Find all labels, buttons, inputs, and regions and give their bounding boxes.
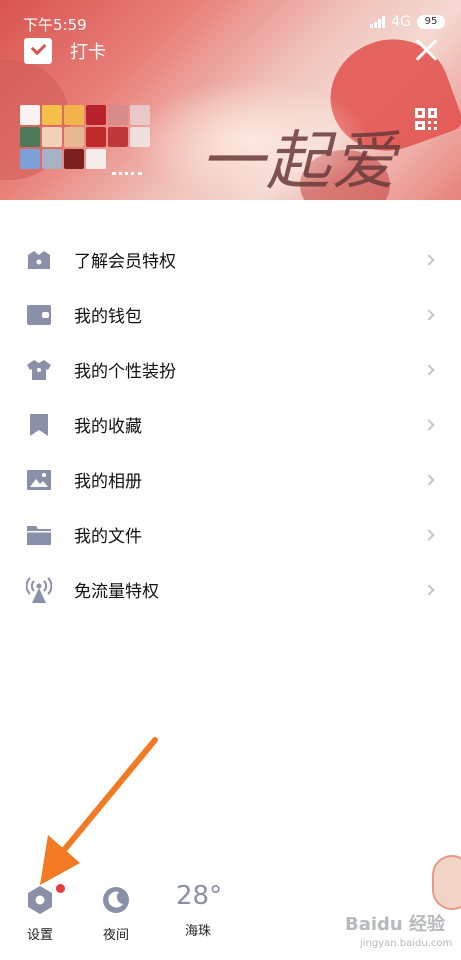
- menu-item-label: 我的相册: [74, 472, 142, 492]
- nickname[interactable]: [112, 172, 142, 176]
- chevron-right-icon: [423, 308, 435, 321]
- shirt-icon: [27, 359, 51, 380]
- notification-badge: [56, 884, 65, 893]
- weather-widget[interactable]: 28° 海珠: [176, 880, 223, 939]
- banner-text: 一起爱: [200, 125, 398, 199]
- watermark: Baidu 经验: [345, 914, 446, 935]
- bookmark-icon: [30, 413, 48, 436]
- chevron-right-icon: [423, 418, 435, 431]
- signal-tower-icon: [26, 576, 52, 603]
- menu-item-label: 我的钱包: [74, 307, 142, 327]
- network-type: 4G: [391, 14, 411, 30]
- menu-item-label: 我的个性装扮: [74, 362, 176, 382]
- menu-item-album[interactable]: 我的相册: [0, 452, 461, 507]
- moon-icon: [103, 887, 129, 913]
- gear-icon: [28, 886, 52, 914]
- temperature: 28°: [176, 881, 223, 911]
- menu-item-label: 我的收藏: [74, 417, 142, 437]
- settings-button[interactable]: 设置: [22, 880, 65, 943]
- night-label: 夜间: [102, 928, 129, 943]
- signal-icon: [370, 16, 386, 28]
- crown-icon: [28, 250, 50, 269]
- photo-icon: [27, 469, 51, 490]
- qr-code-button[interactable]: [415, 108, 437, 130]
- battery-icon: 95: [417, 15, 445, 29]
- checkin-button[interactable]: 打卡: [24, 38, 106, 64]
- menu-item-vip-privileges[interactable]: 了解会员特权: [0, 232, 461, 287]
- night-mode-button[interactable]: 夜间: [98, 880, 134, 943]
- chevron-right-icon: [423, 528, 435, 541]
- menu-item-label: 我的文件: [74, 527, 142, 547]
- profile-banner: 一起爱 下午5:59 4G 95 打卡: [0, 0, 461, 200]
- chevron-right-icon: [423, 583, 435, 596]
- city-label: 海珠: [184, 924, 211, 939]
- menu-item-favorites[interactable]: 我的收藏: [0, 397, 461, 452]
- menu-list: 了解会员特权 我的钱包 我的个性装扮 我的收藏 我的相册 我的文件 免流量特权: [0, 232, 461, 617]
- menu-item-free-data[interactable]: 免流量特权: [0, 562, 461, 617]
- chevron-right-icon: [423, 363, 435, 376]
- menu-item-files[interactable]: 我的文件: [0, 507, 461, 562]
- mascot-icon[interactable]: [432, 855, 461, 910]
- calendar-check-icon: [24, 38, 52, 64]
- menu-item-label: 了解会员特权: [74, 252, 176, 272]
- avatar[interactable]: [20, 105, 170, 175]
- wallet-icon: [27, 304, 51, 325]
- status-time: 下午5:59: [23, 16, 87, 34]
- watermark-url: jingyan.baidu.com: [360, 938, 453, 949]
- annotation-arrow: [40, 737, 158, 885]
- folder-icon: [27, 525, 51, 545]
- checkin-label: 打卡: [70, 42, 106, 63]
- settings-label: 设置: [26, 928, 53, 943]
- chevron-right-icon: [423, 253, 435, 266]
- chevron-right-icon: [423, 473, 435, 486]
- close-button[interactable]: [413, 36, 441, 64]
- menu-item-wallet[interactable]: 我的钱包: [0, 287, 461, 342]
- menu-item-personalization[interactable]: 我的个性装扮: [0, 342, 461, 397]
- menu-item-label: 免流量特权: [74, 582, 159, 602]
